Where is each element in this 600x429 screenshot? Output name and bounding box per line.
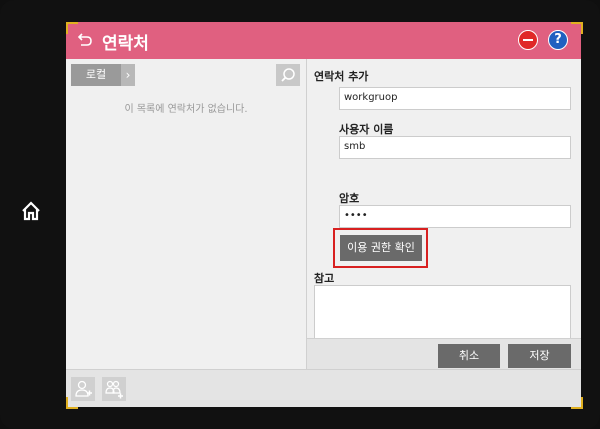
stop-icon[interactable] (518, 30, 538, 50)
add-contact-pane: 연락처 추가 workgruop 사용자 이름 smb 암호 •••• 이용 권… (307, 59, 581, 369)
empty-list-message: 이 목록에 연락처가 없습니다. (124, 104, 248, 115)
search-button[interactable] (276, 64, 300, 86)
frame-corner (66, 397, 78, 409)
title-bar: 연락처 ? (66, 22, 581, 59)
page-title: 연락처 (102, 34, 149, 54)
notes-label: 참고 (314, 272, 335, 285)
add-group-icon (105, 380, 123, 399)
add-group-button[interactable] (102, 377, 126, 401)
bottom-toolbar (66, 369, 581, 407)
save-button[interactable]: 저장 (508, 344, 571, 368)
username-field[interactable]: smb (339, 136, 571, 159)
password-field[interactable]: •••• (339, 205, 571, 228)
help-icon[interactable]: ? (548, 30, 568, 50)
home-icon[interactable] (20, 200, 42, 222)
frame-corner (66, 22, 78, 34)
screen: 연락처 ? 로컬 › 이 목록에 연락처가 없습니다. 연락처 추가 workg… (66, 22, 581, 407)
add-contact-icon (75, 380, 92, 397)
search-icon (281, 68, 295, 82)
local-button[interactable]: 로컬 (71, 64, 121, 86)
password-label: 암호 (339, 192, 360, 205)
check-permission-button[interactable]: 이용 권한 확인 (340, 235, 422, 261)
panel-title: 연락처 추가 (314, 70, 369, 83)
form-footer: 취소 저장 (307, 338, 581, 370)
frame-corner (571, 22, 583, 34)
contact-list-pane: 로컬 › 이 목록에 연락처가 없습니다. (66, 59, 306, 369)
expand-button[interactable]: › (121, 64, 135, 86)
cancel-button[interactable]: 취소 (438, 344, 500, 368)
frame-corner (571, 397, 583, 409)
back-icon[interactable] (76, 31, 94, 49)
username-label: 사용자 이름 (339, 123, 394, 136)
workgroup-field[interactable]: workgruop (339, 87, 571, 110)
